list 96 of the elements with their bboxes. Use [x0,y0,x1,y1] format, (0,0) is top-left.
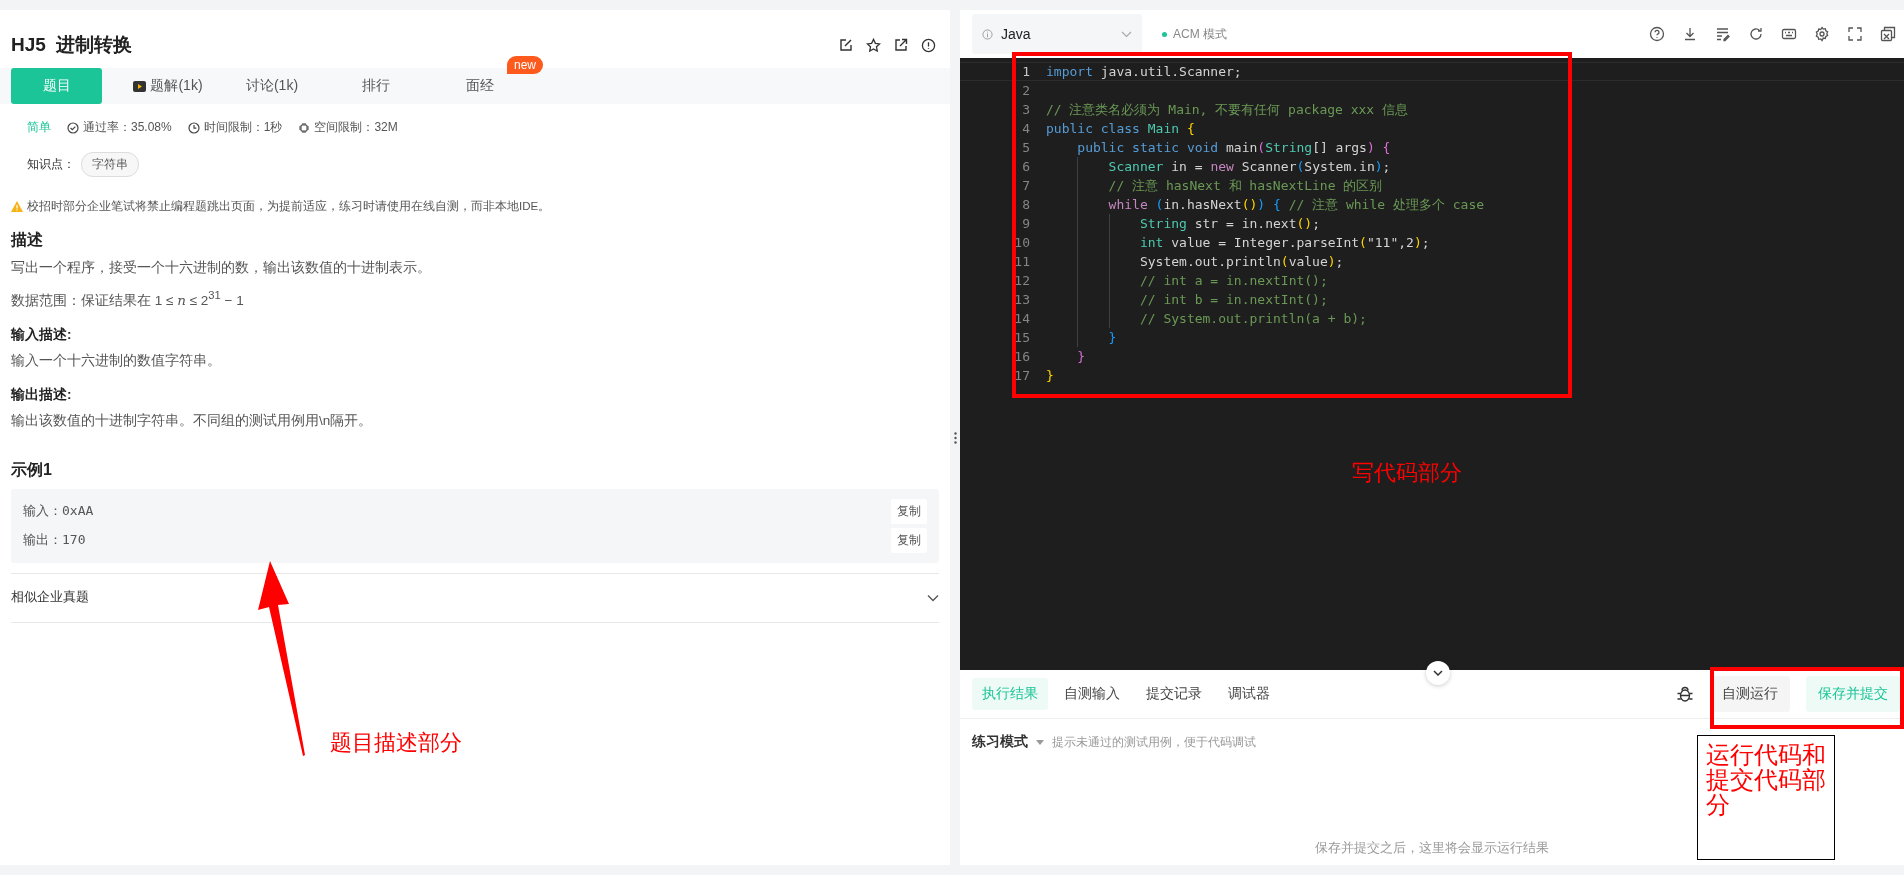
annotation-label: 运行代码和提交代码部分 [1697,735,1835,860]
annotation-label: 题目描述部分 [330,729,462,757]
download-icon[interactable] [1682,26,1698,42]
notice-text: 校招时部分企业笔试将禁止编程题跳出页面，为提前适应，练习时请使用在线自测，而非本地IDE。 [27,199,551,214]
code-line: while (in.hasNext()) { // 注意 while 处理多个 case [1046,195,1485,214]
empty-result-text: 保存并提交之后，这里将会显示运行结果 [1314,839,1550,857]
practice-mode-dropdown[interactable]: 练习模式 [972,733,1028,751]
line-number: 17 [1013,367,1031,385]
problem-tab[interactable]: 排行 [324,68,428,104]
code-line: // System.out.println(a + b); [1046,309,1367,328]
meta-text: 通过率：35.08% [83,119,172,136]
line-number: 10 [1013,234,1031,252]
line-number: 9 [1021,215,1031,233]
line-number: 6 [1021,158,1031,176]
status-dot [1162,31,1167,37]
line-number: 16 [1013,348,1031,366]
code-line: // int b = in.nextInt(); [1046,290,1328,309]
line-number: 7 [1021,177,1031,195]
drag-handle-icon[interactable] [953,431,957,444]
help-icon[interactable] [1649,26,1665,42]
copy-button[interactable]: 复制 [891,498,927,524]
problem-title: HJ5 进制转换 [11,33,133,57]
code-line: Scanner in = new Scanner(System.in); [1046,157,1391,176]
refresh-icon[interactable] [1748,26,1764,42]
code-line: } [1076,348,1086,366]
external-link-icon[interactable] [894,38,908,52]
code-line: int value = Integer.parseInt("11",2); [1046,233,1430,252]
example-title: 示例1 [11,459,53,480]
line-number: 5 [1021,139,1031,157]
code-line: // int a = in.nextInt(); [1046,271,1328,290]
example-line: 输入：0xAA [23,502,94,520]
problem-tab[interactable]: 题解(1k) [116,68,220,104]
example-line: 输出：170 [23,531,86,549]
similar-title[interactable]: 相似企业真题 [11,589,89,606]
report-icon[interactable] [921,37,936,53]
paragraph: 输出该数值的十进制字符串。不同组的测试用例用\n隔开。 [11,411,374,430]
chevron-down-icon[interactable] [927,593,939,602]
language-select[interactable]: Java [972,14,1142,54]
paragraph: 写出一个程序，接受一个十六进制的数，输出该数值的十进制表示。 [11,259,432,277]
code-line: String str = in.next(); [1046,214,1320,233]
code-line: // 注意 hasNext 和 hasNextLine 的区别 [1046,176,1383,195]
code-line: public static void main(String[] args) { [1076,139,1391,157]
fullscreen-icon[interactable] [1847,26,1863,42]
meta-text: 时间限制：1秒 [203,119,283,136]
hint-text: 提示未通过的测试用例，便于代码调试 [1052,734,1256,750]
format-icon[interactable] [1715,26,1731,42]
code-line: // 注意类名必须为 Main, 不要有任何 package xxx 信息 [1046,101,1408,119]
paragraph: 输入一个十六进制的数值字符串。 [11,351,222,370]
result-tab[interactable]: 自测输入 [1054,678,1130,710]
chip-icon [298,121,311,134]
video-icon [133,80,147,92]
line-number: 4 [1021,120,1031,138]
line-number: 14 [1013,310,1031,328]
code-line: } [1046,367,1054,385]
difficulty-label: 简单 [27,119,51,136]
line-number: 15 [1013,329,1031,347]
topic-tag[interactable]: 字符串 [81,152,139,177]
layout-icon[interactable] [1880,26,1896,42]
check-circle-icon [67,121,79,134]
code-line: System.out.println(value); [1046,252,1344,271]
chevron-down-icon [1433,670,1443,676]
line-number: 8 [1021,196,1031,214]
chevron-down-icon [1121,30,1132,38]
code-line: } [1046,328,1117,347]
mode-label: ACM 模式 [1173,25,1227,43]
caret-down-icon[interactable] [1036,739,1044,745]
line-number: 1 [1021,63,1031,81]
info-icon [982,28,993,40]
keyboard-icon[interactable] [1781,26,1797,42]
line-number: 3 [1021,101,1031,119]
new-badge: new [507,56,543,74]
code-line: public class Main { [1046,120,1195,138]
line-number: 11 [1013,253,1031,271]
line-number: 2 [1021,82,1031,100]
copy-button[interactable]: 复制 [891,527,927,553]
annotation-label: 写代码部分 [1352,459,1462,487]
section-heading: 描述 [11,230,44,250]
section-heading: 输入描述: [11,325,73,344]
result-tab[interactable]: 提交记录 [1136,678,1212,710]
clock-icon [187,121,200,134]
paragraph: 数据范围：保证结果在 1 ≤ n ≤ 2$^{31}$ − 1 [11,289,245,310]
code-line: import java.util.Scanner; [1046,63,1242,81]
meta-text: 空间限制：32M [314,119,398,136]
line-number: 13 [1013,291,1031,309]
section-heading: 输出描述: [11,385,73,404]
result-tab[interactable]: 调试器 [1218,678,1280,710]
problem-tab[interactable]: 讨论(1k) [220,68,324,104]
topics-label: 知识点： [27,156,75,173]
settings-icon[interactable] [1814,26,1830,42]
bug-icon[interactable] [1676,685,1694,703]
code-editor[interactable] [960,58,1904,670]
edit-icon[interactable] [839,38,853,52]
warning-icon [11,201,23,212]
line-number: 12 [1013,272,1031,290]
star-icon[interactable] [866,37,881,53]
collapse-button[interactable] [1426,661,1450,685]
